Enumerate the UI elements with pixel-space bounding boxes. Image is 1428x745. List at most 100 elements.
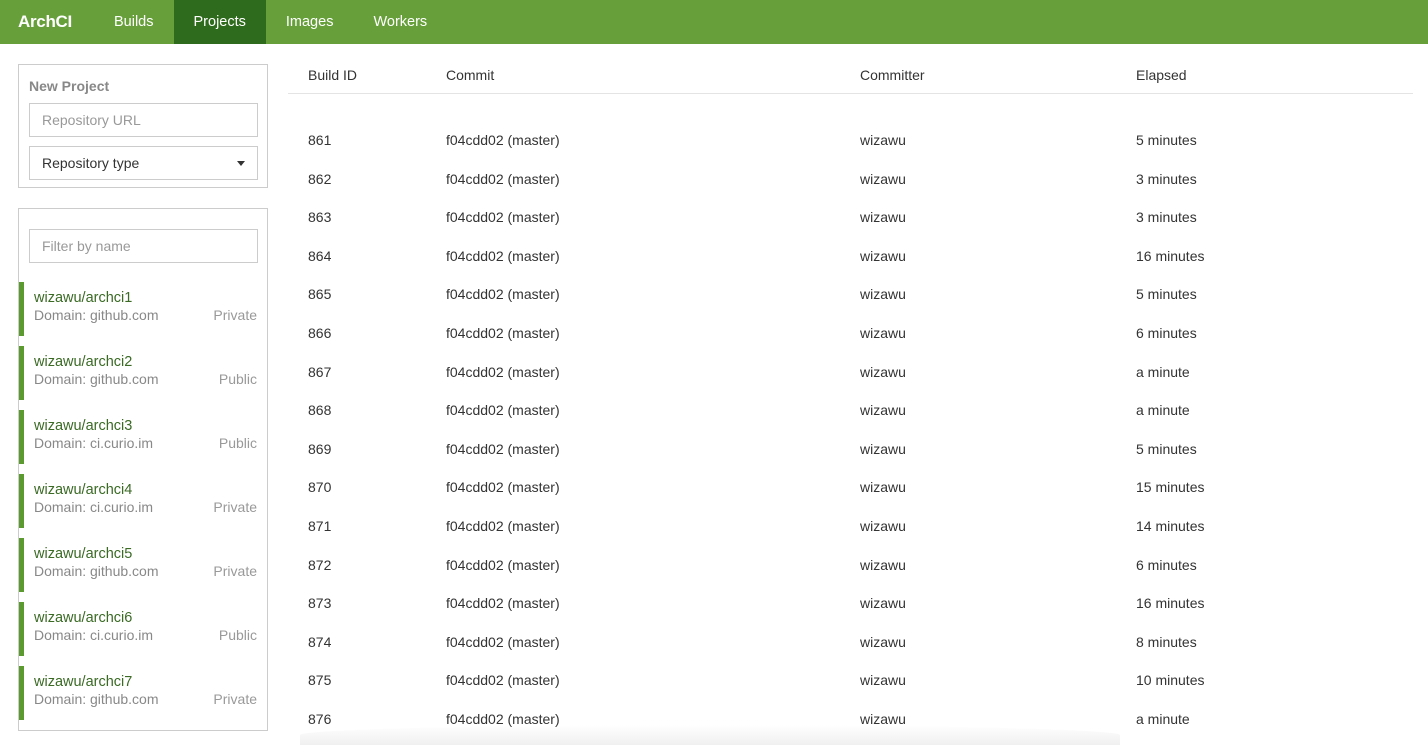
- cell-elapsed: 5 minutes: [1136, 286, 1197, 303]
- table-row[interactable]: 871 f04cdd02 (master) wizawu 14 minutes: [288, 508, 1413, 546]
- cell-commit: f04cdd02 (master): [446, 711, 560, 727]
- cell-elapsed: 6 minutes: [1136, 325, 1197, 341]
- cell-commit: f04cdd02 (master): [446, 440, 560, 457]
- cell-build-id: 864: [308, 247, 332, 264]
- project-item[interactable]: wizawu/archci1 Domain: github.com Private: [19, 282, 267, 336]
- repository-url-input[interactable]: Repository URL: [29, 103, 258, 137]
- cell-build-id: 876: [308, 711, 332, 727]
- cell-build-id: 870: [308, 479, 332, 496]
- caret-down-icon: [237, 160, 245, 166]
- project-visibility: Private: [213, 307, 257, 323]
- project-item[interactable]: wizawu/archci4 Domain: ci.curio.im Private: [19, 474, 267, 528]
- cell-build-id: 863: [308, 209, 332, 226]
- cell-commit: f04cdd02 (master): [446, 479, 560, 496]
- cell-commit: f04cdd02 (master): [446, 595, 560, 612]
- project-name: wizawu/archci1: [34, 290, 133, 306]
- project-name: wizawu/archci5: [34, 546, 133, 562]
- cell-elapsed: a minute: [1136, 363, 1190, 380]
- project-item[interactable]: wizawu/archci2 Domain: github.com Public: [19, 346, 267, 400]
- project-visibility: Public: [218, 627, 257, 643]
- project-domain: Domain: github.com: [34, 307, 159, 323]
- cell-build-id: 875: [308, 672, 332, 689]
- project-visibility: Public: [218, 435, 257, 451]
- cell-committer: wizawu: [860, 711, 906, 727]
- cell-committer: wizawu: [860, 286, 906, 303]
- cell-build-id: 865: [308, 286, 332, 303]
- table-row[interactable]: 869 f04cdd02 (master) wizawu 5 minutes: [288, 431, 1413, 469]
- table-row[interactable]: 867 f04cdd02 (master) wizawu a minute: [288, 354, 1413, 392]
- project-visibility: Public: [218, 371, 257, 387]
- cell-commit: f04cdd02 (master): [446, 247, 560, 264]
- cell-build-id: 871: [308, 518, 332, 534]
- cell-elapsed: 6 minutes: [1136, 556, 1197, 573]
- top-navbar: ArchCI Builds Projects Images Workers: [0, 0, 1428, 44]
- brand-logo[interactable]: ArchCI: [0, 0, 94, 44]
- cell-elapsed: 10 minutes: [1136, 672, 1205, 689]
- table-row[interactable]: 863 f04cdd02 (master) wizawu 3 minutes: [288, 199, 1413, 237]
- nav-projects[interactable]: Projects: [173, 0, 266, 44]
- table-row[interactable]: 872 f04cdd02 (master) wizawu 6 minutes: [288, 547, 1413, 585]
- cell-build-id: 872: [308, 556, 332, 573]
- nav-workers[interactable]: Workers: [353, 0, 447, 44]
- scroll-shadow: [300, 725, 1120, 745]
- cell-build-id: 874: [308, 633, 332, 650]
- project-item[interactable]: wizawu/archci3 Domain: ci.curio.im Public: [19, 410, 267, 464]
- cell-committer: wizawu: [860, 363, 906, 380]
- cell-commit: f04cdd02 (master): [446, 633, 560, 650]
- cell-elapsed: 16 minutes: [1136, 247, 1205, 264]
- cell-committer: wizawu: [860, 132, 906, 148]
- cell-commit: f04cdd02 (master): [446, 556, 560, 573]
- nav-images[interactable]: Images: [266, 0, 354, 44]
- cell-build-id: 869: [308, 440, 332, 457]
- cell-committer: wizawu: [860, 595, 906, 612]
- nav-builds[interactable]: Builds: [94, 0, 174, 44]
- project-name: wizawu/archci4: [34, 482, 133, 498]
- project-item[interactable]: wizawu/archci7 Domain: github.com Private: [19, 666, 267, 720]
- column-header-build-id: Build ID: [308, 67, 358, 83]
- cell-elapsed: 3 minutes: [1136, 209, 1197, 226]
- project-name: wizawu/archci2: [34, 354, 133, 370]
- cell-commit: f04cdd02 (master): [446, 132, 560, 148]
- cell-build-id: 873: [308, 595, 332, 612]
- project-item[interactable]: wizawu/archci5 Domain: github.com Private: [19, 538, 267, 592]
- table-row[interactable]: 875 f04cdd02 (master) wizawu 10 minutes: [288, 662, 1413, 700]
- cell-build-id: 866: [308, 325, 332, 341]
- cell-elapsed: 16 minutes: [1136, 595, 1205, 612]
- cell-committer: wizawu: [860, 402, 906, 419]
- cell-committer: wizawu: [860, 209, 906, 226]
- project-name: wizawu/archci7: [34, 674, 133, 690]
- table-row[interactable]: 874 f04cdd02 (master) wizawu 8 minutes: [288, 624, 1413, 662]
- cell-committer: wizawu: [860, 247, 906, 264]
- table-row[interactable]: 866 f04cdd02 (master) wizawu 6 minutes: [288, 315, 1413, 353]
- project-domain: Domain: ci.curio.im: [34, 627, 154, 643]
- cell-elapsed: 8 minutes: [1136, 633, 1197, 650]
- table-header: Build ID Commit Committer Elapsed: [288, 60, 1413, 94]
- repository-type-label: Repository type: [42, 155, 140, 171]
- cell-commit: f04cdd02 (master): [446, 672, 560, 689]
- cell-committer: wizawu: [860, 518, 906, 534]
- table-row[interactable]: 873 f04cdd02 (master) wizawu 16 minutes: [288, 585, 1413, 623]
- repository-type-select[interactable]: Repository type: [29, 146, 258, 180]
- cell-commit: f04cdd02 (master): [446, 209, 560, 226]
- project-domain: Domain: ci.curio.im: [34, 499, 154, 515]
- cell-committer: wizawu: [860, 672, 906, 689]
- project-domain: Domain: github.com: [34, 563, 159, 579]
- new-project-panel: New Project Repository URL Repository ty…: [18, 64, 268, 188]
- cell-elapsed: 3 minutes: [1136, 170, 1197, 187]
- table-row[interactable]: 870 f04cdd02 (master) wizawu 15 minutes: [288, 469, 1413, 507]
- table-row[interactable]: 865 f04cdd02 (master) wizawu 5 minutes: [288, 276, 1413, 314]
- filter-input[interactable]: Filter by name: [29, 229, 258, 263]
- table-row[interactable]: 868 f04cdd02 (master) wizawu a minute: [288, 392, 1413, 430]
- cell-elapsed: 5 minutes: [1136, 440, 1197, 457]
- table-row[interactable]: 861 f04cdd02 (master) wizawu 5 minutes: [288, 122, 1413, 160]
- table-row[interactable]: 864 f04cdd02 (master) wizawu 16 minutes: [288, 238, 1413, 276]
- project-item[interactable]: wizawu/archci6 Domain: ci.curio.im Public: [19, 602, 267, 656]
- table-row[interactable]: 862 f04cdd02 (master) wizawu 3 minutes: [288, 161, 1413, 199]
- project-name: wizawu/archci3: [34, 418, 133, 434]
- cell-elapsed: 5 minutes: [1136, 132, 1197, 148]
- cell-commit: f04cdd02 (master): [446, 170, 560, 187]
- cell-build-id: 862: [308, 170, 332, 187]
- cell-commit: f04cdd02 (master): [446, 286, 560, 303]
- project-domain: Domain: github.com: [34, 371, 159, 387]
- cell-committer: wizawu: [860, 633, 906, 650]
